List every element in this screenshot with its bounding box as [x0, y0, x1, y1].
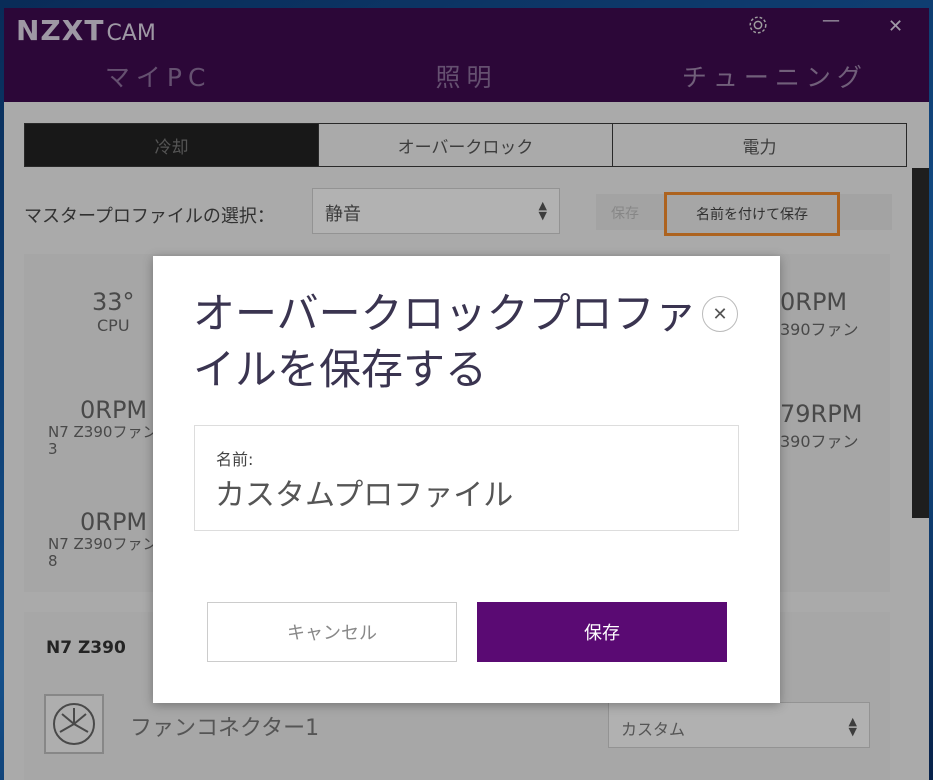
- profile-name-input[interactable]: [215, 472, 715, 512]
- profile-name-field: 名前:: [194, 425, 739, 531]
- name-label: 名前:: [216, 450, 254, 469]
- save-overclock-profile-dialog: オーバークロックプロファイルを保存する ✕ 名前: キャンセル 保存: [153, 256, 780, 703]
- save-button[interactable]: 保存: [477, 602, 727, 662]
- cancel-button[interactable]: キャンセル: [207, 602, 457, 662]
- close-icon[interactable]: ✕: [702, 296, 738, 332]
- dialog-title: オーバークロックプロファイルを保存する: [193, 289, 697, 394]
